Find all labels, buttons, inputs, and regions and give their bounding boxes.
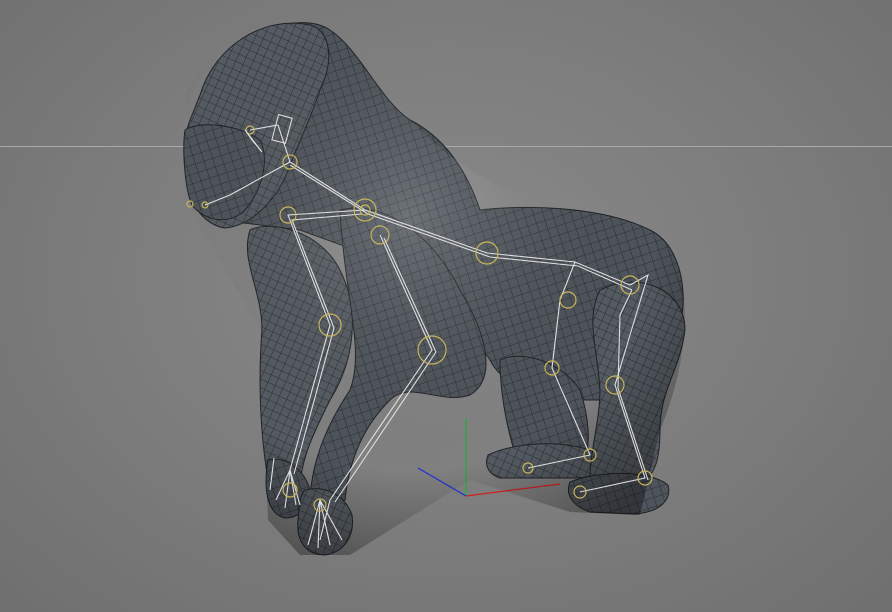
gorilla-mesh[interactable]	[183, 22, 686, 556]
3d-viewport[interactable]	[0, 0, 892, 612]
mesh-shading	[185, 34, 685, 556]
scene-canvas[interactable]	[0, 0, 892, 612]
